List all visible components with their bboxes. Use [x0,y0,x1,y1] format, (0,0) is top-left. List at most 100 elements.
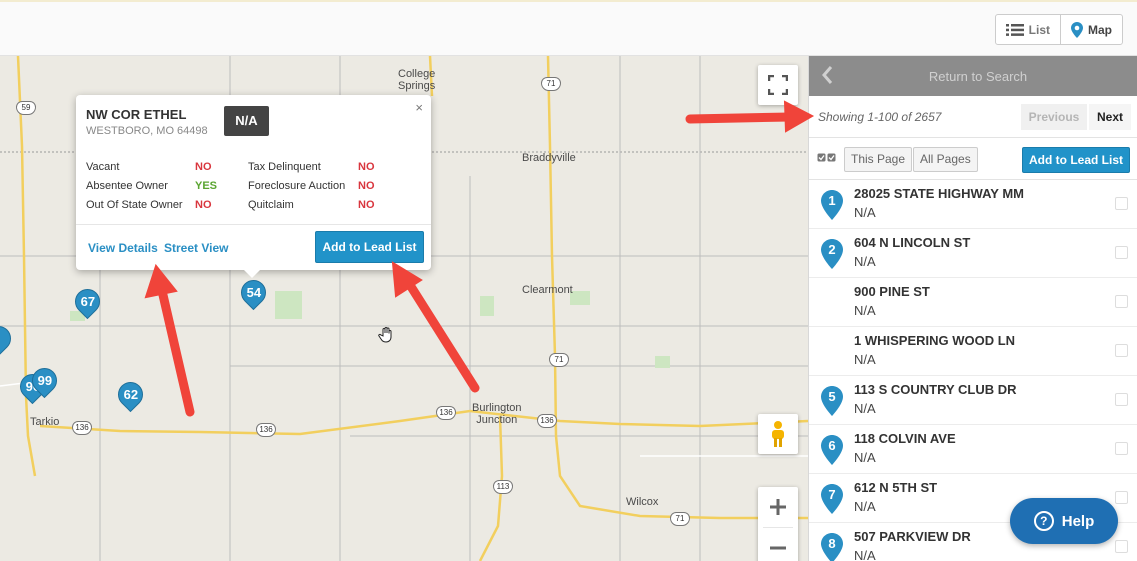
selection-bar: This Page All Pages Add to Lead List [809,138,1137,180]
help-button[interactable]: ? Help [1010,498,1118,544]
close-icon[interactable]: × [415,100,423,115]
route-shield: 136 [436,406,456,420]
pin-number: 99 [37,372,53,388]
result-row[interactable]: 2 604 N LINCOLN ST N/A [809,229,1137,278]
result-pin-icon: 5 [821,386,843,416]
top-toolbar: List Map [0,0,1137,56]
zoom-in-button[interactable] [769,487,787,527]
result-checkbox[interactable] [1115,491,1128,504]
result-checkbox[interactable] [1115,295,1128,308]
result-subtitle: N/A [854,254,876,269]
map-pin-icon [1071,21,1083,38]
map-view-button[interactable]: Map [1061,15,1122,44]
result-pin-number: 6 [828,438,835,453]
result-subtitle: N/A [854,450,876,465]
town-label-wilcox: Wilcox [626,496,659,508]
field-label-absentee-owner: Absentee Owner [86,180,168,192]
result-address: 28025 STATE HIGHWAY MM [854,186,1025,201]
popup-badge: N/A [224,106,269,136]
question-icon: ? [1033,511,1054,531]
fullscreen-button[interactable] [758,65,798,105]
plus-icon [770,499,786,515]
previous-page-button[interactable]: Previous [1021,104,1087,130]
route-shield: 136 [72,421,92,435]
property-info-popup: NW COR ETHEL WESTBORO, MO 64498 N/A × Va… [76,95,431,278]
route-shield: 59 [16,101,36,115]
help-label: Help [1061,512,1095,530]
result-pin-number: 7 [828,487,835,502]
hand-cursor-icon [378,327,392,343]
result-checkbox[interactable] [1115,344,1128,357]
result-checkbox[interactable] [1115,442,1128,455]
street-view-pegman[interactable] [758,414,798,454]
result-address: 113 S COUNTRY CLUB DR [854,382,1017,397]
list-view-button[interactable]: List [996,15,1061,44]
result-pin-icon: 8 [821,533,843,561]
field-value-tax-delinquent: NO [358,161,375,173]
results-panel: Return to Search Showing 1-100 of 2657 P… [808,56,1137,561]
result-pin-number: 5 [828,389,835,404]
result-address: 118 COLVIN AVE [854,431,956,446]
pagination-bar: Showing 1-100 of 2657 Previous Next [809,96,1137,138]
pin-number: 54 [246,284,262,300]
town-label-college-springs: College Springs [398,68,436,92]
next-page-button[interactable]: Next [1089,104,1131,130]
select-checkboxes-icon[interactable] [817,153,837,163]
route-shield: 71 [541,77,561,91]
select-all-pages-button[interactable]: All Pages [913,147,978,172]
result-checkbox[interactable] [1115,540,1128,553]
result-pin-number: 2 [828,242,835,257]
return-to-search-label: Return to Search [928,68,1028,84]
view-toggle: List Map [994,14,1123,45]
minus-icon [770,546,786,549]
list-icon [1005,23,1024,36]
result-pin-number: 1 [828,193,835,208]
result-address: 612 N 5TH ST [854,480,938,495]
zoom-out-button[interactable] [769,528,787,561]
result-checkbox[interactable] [1115,246,1128,259]
field-label-quitclaim: Quitclaim [248,199,294,211]
view-details-link[interactable]: View Details [88,241,158,255]
street-view-link[interactable]: Street View [164,241,228,255]
add-to-lead-list-button[interactable]: Add to Lead List [1022,147,1130,173]
results-count: Showing 1-100 of 2657 [818,110,942,124]
result-checkbox[interactable] [1115,393,1128,406]
field-label-vacant: Vacant [86,161,120,173]
route-shield: 71 [670,512,690,526]
result-subtitle: N/A [854,401,876,416]
result-row[interactable]: 6 118 COLVIN AVE N/A [809,425,1137,474]
map-view-label: Map [1088,22,1112,37]
popup-add-to-lead-list-button[interactable]: Add to Lead List [315,231,424,263]
result-address: 604 N LINCOLN ST [854,235,971,250]
town-label-braddyville: Braddyville [522,152,576,164]
popup-title: NW COR ETHEL [86,107,187,122]
field-label-tax-delinquent: Tax Delinquent [248,161,321,173]
result-pin-number: 8 [828,536,835,551]
town-label-burlington-junction: Burlington Junction [472,402,522,426]
result-subtitle: N/A [854,499,876,514]
route-shield: 136 [256,423,276,437]
result-subtitle: N/A [854,352,876,367]
pin-number: 62 [123,386,139,402]
result-pin-icon: 6 [821,435,843,465]
result-row[interactable]: 900 PINE ST N/A [809,278,1137,327]
return-to-search-button[interactable]: Return to Search [809,56,1137,96]
result-subtitle: N/A [854,548,876,561]
popup-divider [76,224,431,225]
result-subtitle: N/A [854,205,876,220]
town-label-clearmont: Clearmont [522,284,573,296]
chevron-left-icon [822,66,833,84]
result-checkbox[interactable] [1115,197,1128,210]
result-address: 1 WHISPERING WOOD LN [854,333,1016,348]
result-subtitle: N/A [854,303,876,318]
select-this-page-button[interactable]: This Page [844,147,913,172]
pegman-icon [772,421,784,447]
result-pin-icon: 2 [821,239,843,269]
field-value-foreclosure-auction: NO [358,180,375,192]
route-shield: 136 [537,414,557,428]
field-value-absentee-owner: YES [195,180,218,192]
result-row[interactable]: 5 113 S COUNTRY CLUB DR N/A [809,376,1137,425]
result-row[interactable]: 1 WHISPERING WOOD LN N/A [809,327,1137,376]
field-value-vacant: NO [195,161,212,173]
result-row[interactable]: 1 28025 STATE HIGHWAY MM N/A [809,180,1137,229]
